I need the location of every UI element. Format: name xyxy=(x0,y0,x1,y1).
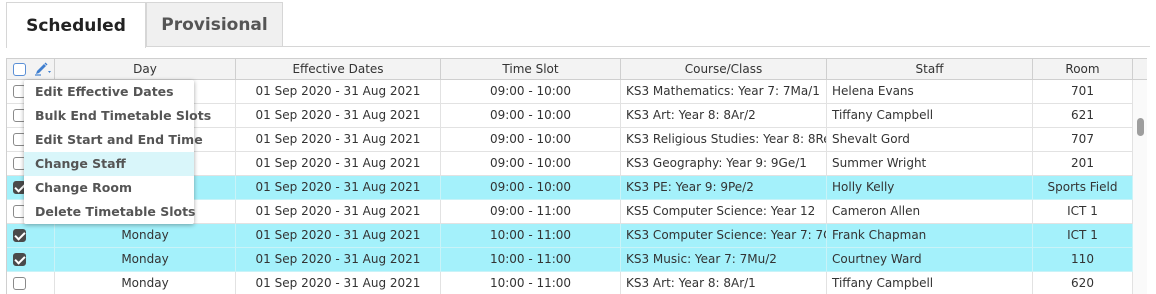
room-cell: 621 xyxy=(1033,104,1133,127)
course-class-cell: KS5 Computer Science: Year 12 xyxy=(621,200,827,223)
effective-dates-cell: 01 Sep 2020 - 31 Aug 2021 xyxy=(236,104,441,127)
effective-dates-cell: 01 Sep 2020 - 31 Aug 2021 xyxy=(236,200,441,223)
select-all-checkbox[interactable] xyxy=(13,63,26,76)
course-class-cell: KS3 Geography: Year 9: 9Ge/1 xyxy=(621,152,827,175)
room-cell: 110 xyxy=(1033,248,1133,271)
staff-cell: Cameron Allen xyxy=(827,200,1033,223)
room-cell: Sports Field xyxy=(1033,176,1133,199)
course-class-cell: KS3 Art: Year 8: 8Ar/2 xyxy=(621,104,827,127)
table-row[interactable]: Monday 01 Sep 2020 - 31 Aug 2021 10:00 - 1… xyxy=(7,248,1133,272)
column-header-day[interactable]: Day xyxy=(55,59,236,79)
tab-provisional[interactable]: Provisional xyxy=(146,2,283,47)
column-header-course-class[interactable]: Course/Class xyxy=(621,59,827,79)
row-select-cell xyxy=(7,224,55,247)
row-select-cell xyxy=(7,272,55,294)
room-cell: 707 xyxy=(1033,128,1133,151)
tab-bar: Scheduled Provisional xyxy=(6,2,1156,48)
time-slot-cell: 09:00 - 11:00 xyxy=(441,200,621,223)
bulk-actions-menu: Edit Effective Dates Bulk End Timetable … xyxy=(24,80,211,224)
course-class-cell: KS3 Computer Science: Year 7: 7C... xyxy=(621,224,827,247)
staff-cell: Helena Evans xyxy=(827,80,1033,103)
row-checkbox[interactable] xyxy=(13,229,26,242)
day-cell: Monday xyxy=(55,272,236,294)
day-cell: Monday xyxy=(55,224,236,247)
course-class-cell: KS3 Mathematics: Year 7: 7Ma/1 xyxy=(621,80,827,103)
menu-item-bulk-end-timetable-slots[interactable]: Bulk End Timetable Slots xyxy=(24,104,211,128)
room-cell: ICT 1 xyxy=(1033,200,1133,223)
menu-item-edit-start-end-time[interactable]: Edit Start and End Time xyxy=(24,128,203,152)
effective-dates-cell: 01 Sep 2020 - 31 Aug 2021 xyxy=(236,128,441,151)
time-slot-cell: 10:00 - 11:00 xyxy=(441,248,621,271)
staff-cell: Tiffany Campbell xyxy=(827,272,1033,294)
time-slot-cell: 09:00 - 10:00 xyxy=(441,152,621,175)
time-slot-cell: 10:00 - 11:00 xyxy=(441,224,621,247)
row-checkbox[interactable] xyxy=(13,253,26,266)
effective-dates-cell: 01 Sep 2020 - 31 Aug 2021 xyxy=(236,152,441,175)
staff-cell: Holly Kelly xyxy=(827,176,1033,199)
room-cell: ICT 1 xyxy=(1033,224,1133,247)
scrollbar-thumb[interactable] xyxy=(1137,118,1144,136)
column-header-staff[interactable]: Staff xyxy=(827,59,1033,79)
time-slot-cell: 09:00 - 10:00 xyxy=(441,104,621,127)
time-slot-cell: 09:00 - 10:00 xyxy=(441,176,621,199)
room-cell: 620 xyxy=(1033,272,1133,294)
staff-cell: Courtney Ward xyxy=(827,248,1033,271)
room-cell: 701 xyxy=(1033,80,1133,103)
pencil-dropdown-icon[interactable] xyxy=(33,61,55,77)
row-select-cell xyxy=(7,248,55,271)
menu-item-change-staff[interactable]: Change Staff xyxy=(24,152,194,176)
effective-dates-cell: 01 Sep 2020 - 31 Aug 2021 xyxy=(236,272,441,294)
column-header-time-slot[interactable]: Time Slot xyxy=(441,59,621,79)
staff-cell: Shevalt Gord xyxy=(827,128,1033,151)
vertical-scrollbar[interactable] xyxy=(1133,80,1147,294)
menu-item-change-room[interactable]: Change Room xyxy=(24,176,194,200)
course-class-cell: KS3 PE: Year 9: 9Pe/2 xyxy=(621,176,827,199)
staff-cell: Summer Wright xyxy=(827,152,1033,175)
time-slot-cell: 09:00 - 10:00 xyxy=(441,128,621,151)
tab-scheduled[interactable]: Scheduled xyxy=(6,2,146,48)
course-class-cell: KS3 Art: Year 8: 8Ar/1 xyxy=(621,272,827,294)
column-header-effective-dates[interactable]: Effective Dates xyxy=(236,59,441,79)
row-checkbox[interactable] xyxy=(13,277,26,290)
staff-cell: Tiffany Campbell xyxy=(827,104,1033,127)
room-cell: 201 xyxy=(1033,152,1133,175)
menu-item-edit-effective-dates[interactable]: Edit Effective Dates xyxy=(24,80,194,104)
table-row[interactable]: Monday 01 Sep 2020 - 31 Aug 2021 10:00 - 1… xyxy=(7,224,1133,248)
day-cell: Monday xyxy=(55,248,236,271)
course-class-cell: KS3 Religious Studies: Year 8: 8Re... xyxy=(621,128,827,151)
table-row[interactable]: Monday 01 Sep 2020 - 31 Aug 2021 10:00 - 1… xyxy=(7,272,1133,294)
header-select-cell xyxy=(7,59,55,79)
menu-item-delete-timetable-slots[interactable]: Delete Timetable Slots xyxy=(24,200,196,224)
effective-dates-cell: 01 Sep 2020 - 31 Aug 2021 xyxy=(236,224,441,247)
time-slot-cell: 09:00 - 10:00 xyxy=(441,80,621,103)
effective-dates-cell: 01 Sep 2020 - 31 Aug 2021 xyxy=(236,80,441,103)
column-header-room[interactable]: Room xyxy=(1033,59,1133,79)
time-slot-cell: 10:00 - 11:00 xyxy=(441,272,621,294)
staff-cell: Frank Chapman xyxy=(827,224,1033,247)
effective-dates-cell: 01 Sep 2020 - 31 Aug 2021 xyxy=(236,176,441,199)
course-class-cell: KS3 Music: Year 7: 7Mu/2 xyxy=(621,248,827,271)
effective-dates-cell: 01 Sep 2020 - 31 Aug 2021 xyxy=(236,248,441,271)
grid-header: Day Effective Dates Time Slot Course/Cla… xyxy=(7,58,1147,80)
